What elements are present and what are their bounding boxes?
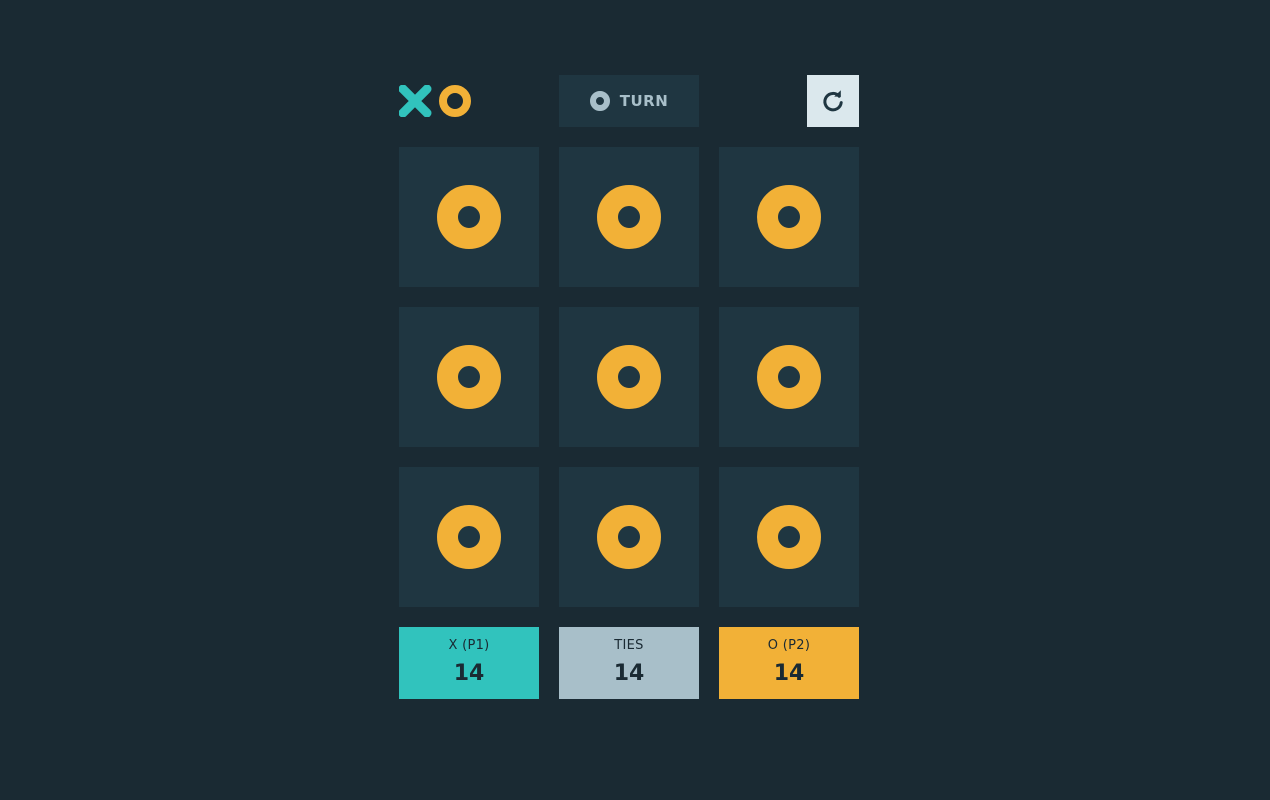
game-board xyxy=(399,147,859,607)
board-cell-5[interactable] xyxy=(559,307,699,447)
o-mark-icon xyxy=(757,505,821,569)
score-label-x: X (P1) xyxy=(448,638,490,653)
score-label-o: O (P2) xyxy=(767,638,811,653)
turn-indicator: TURN xyxy=(559,75,699,127)
score-box-ties: TIES 14 xyxy=(559,627,699,699)
score-label-ties: TIES xyxy=(614,638,644,653)
o-mark-icon xyxy=(757,185,821,249)
turn-label: TURN xyxy=(619,92,669,110)
board-cell-1[interactable] xyxy=(399,147,539,287)
logo xyxy=(398,84,473,118)
o-mark-icon xyxy=(437,505,501,569)
o-mark-icon xyxy=(757,345,821,409)
board-cell-8[interactable] xyxy=(559,467,699,607)
o-mark-icon xyxy=(437,185,501,249)
top-bar: TURN xyxy=(398,75,859,127)
o-mark-icon xyxy=(597,345,661,409)
score-value-x: 14 xyxy=(453,661,485,686)
board-cell-9[interactable] xyxy=(719,467,859,607)
restart-button[interactable] xyxy=(807,75,859,127)
board-cell-2[interactable] xyxy=(559,147,699,287)
board-cell-7[interactable] xyxy=(399,467,539,607)
o-mark-icon xyxy=(597,185,661,249)
o-mark-icon xyxy=(439,85,471,117)
board-cell-3[interactable] xyxy=(719,147,859,287)
restart-icon xyxy=(823,90,843,112)
o-mark-icon xyxy=(437,345,501,409)
score-value-ties: 14 xyxy=(613,661,645,686)
logo-marks xyxy=(398,84,471,118)
board-cell-4[interactable] xyxy=(399,307,539,447)
x-mark-icon xyxy=(398,84,432,118)
score-box-o: O (P2) 14 xyxy=(719,627,859,699)
board-cell-6[interactable] xyxy=(719,307,859,447)
score-box-x: X (P1) 14 xyxy=(399,627,539,699)
o-mark-icon xyxy=(597,505,661,569)
scoreboard: X (P1) 14 TIES 14 O (P2) 14 xyxy=(399,627,859,699)
game-container: TURN X (P1) 14 TIES 14 O (P2) 14 xyxy=(398,75,859,699)
score-value-o: 14 xyxy=(773,661,805,686)
turn-o-icon xyxy=(589,91,610,111)
